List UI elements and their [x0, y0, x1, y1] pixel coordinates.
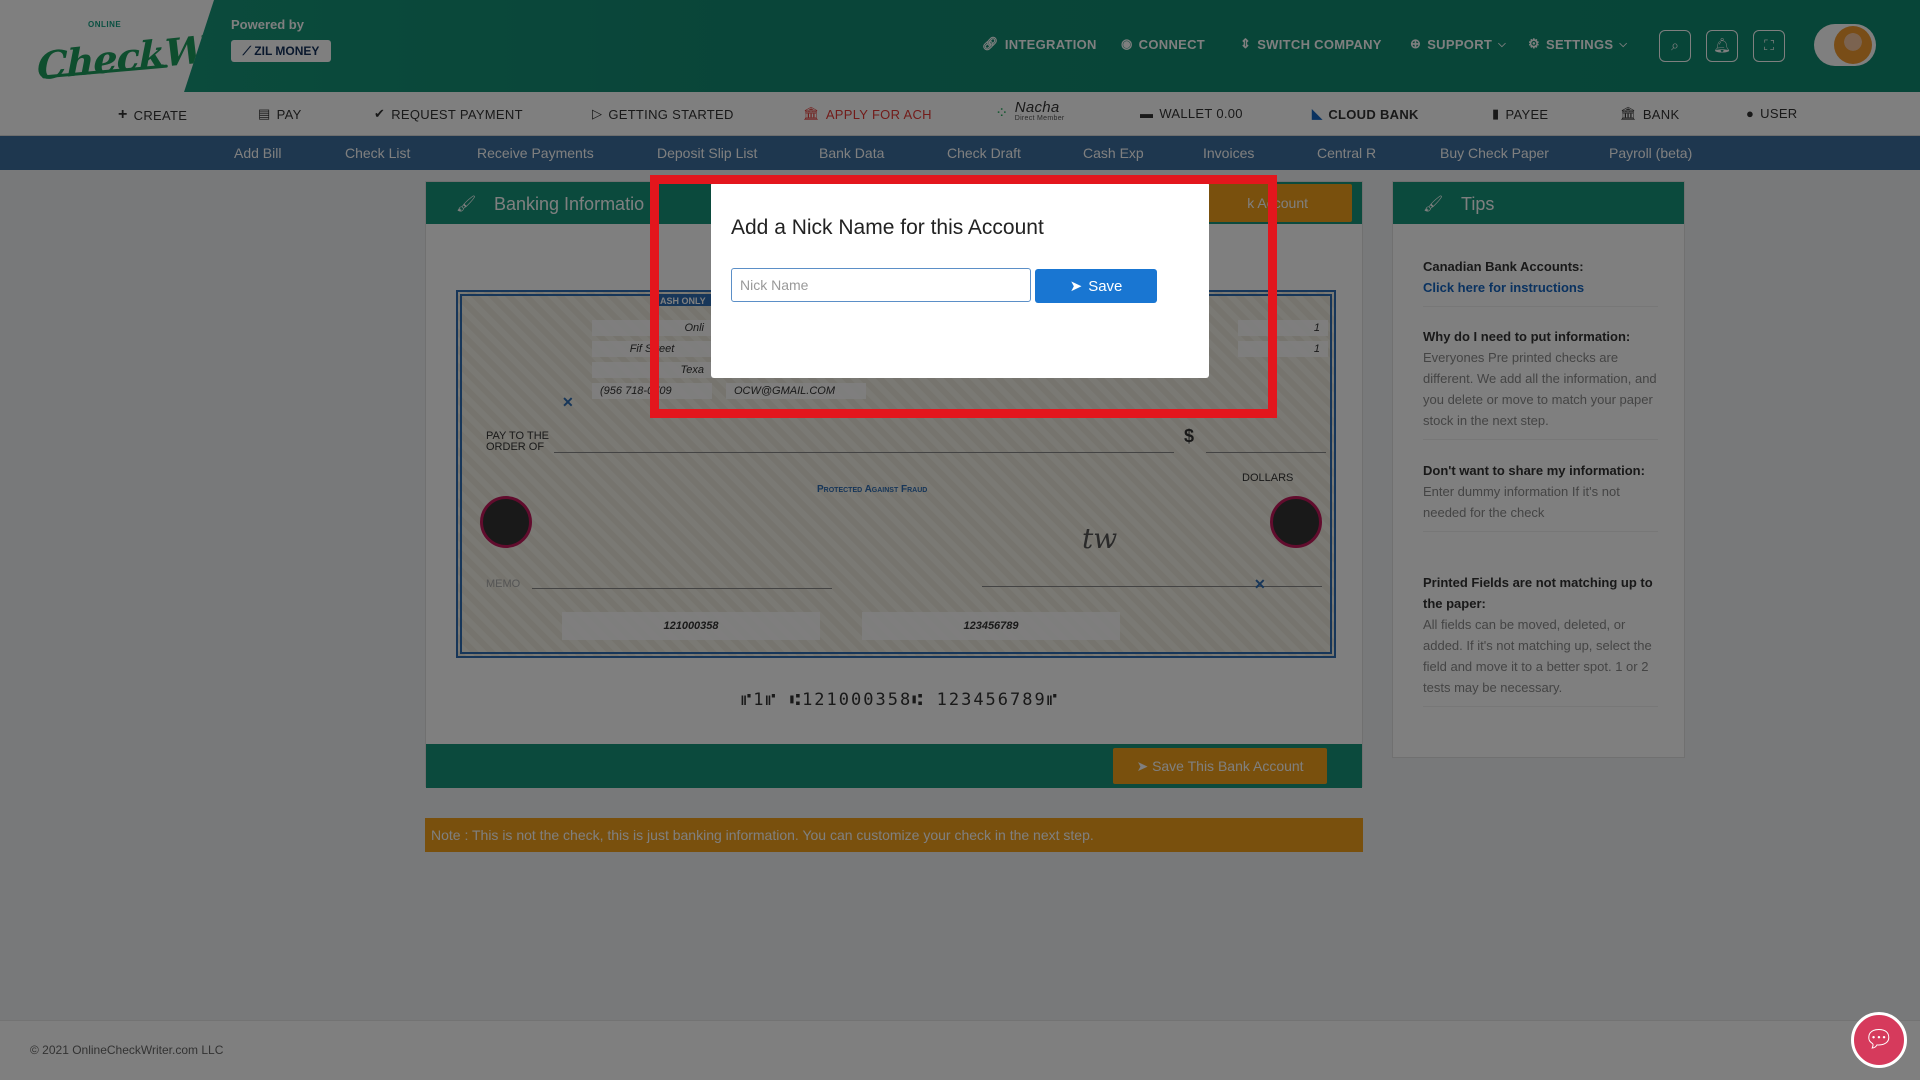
highlight-box [650, 175, 1277, 418]
chat-button[interactable]: 💬︎ [1851, 1012, 1907, 1068]
chat-icon: 💬︎ [1863, 1026, 1895, 1053]
modal-backdrop[interactable] [0, 0, 1920, 1080]
